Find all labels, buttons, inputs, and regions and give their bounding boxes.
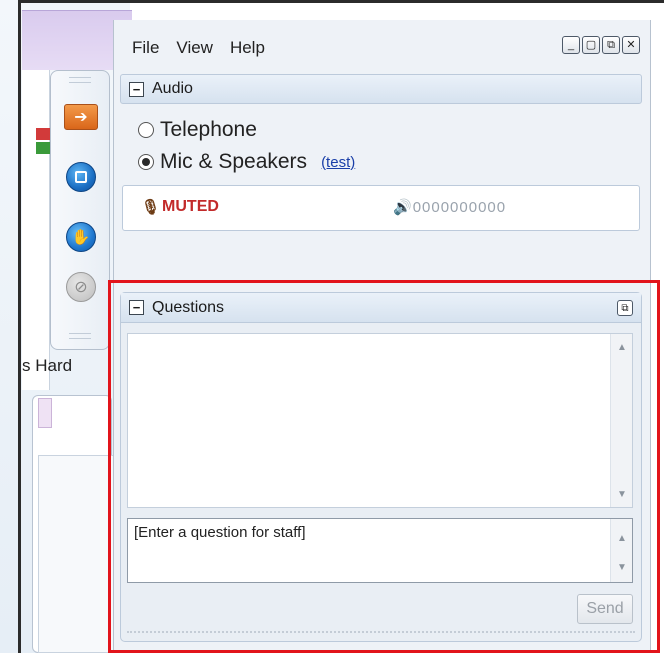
outer-frame-left <box>18 0 21 653</box>
stop-icon <box>66 162 96 192</box>
outer-frame-top <box>18 0 664 3</box>
audio-status-box: 🎙 MUTED 🔊 0000000000 <box>122 185 640 231</box>
close-button[interactable]: ✕ <box>622 36 640 54</box>
mute-status[interactable]: 🎙 MUTED <box>141 198 219 216</box>
questions-section-header[interactable]: − Questions ⧉ <box>121 293 641 323</box>
popout-questions-icon[interactable]: ⧉ <box>617 300 633 316</box>
menu-file[interactable]: File <box>132 38 159 60</box>
background-green-marker <box>36 142 50 154</box>
volume-meter: 🔊 0000000000 <box>393 198 507 217</box>
question-input-scrollbar[interactable]: ▲ ▼ <box>610 519 632 582</box>
background-partial-label: s Hard <box>22 356 73 375</box>
questions-log-scrollbar[interactable]: ▲ ▼ <box>610 334 632 507</box>
collapse-audio-icon[interactable]: − <box>129 81 144 97</box>
question-input-box[interactable]: ▲ ▼ <box>127 518 633 583</box>
panel-resize-edge <box>127 627 635 633</box>
menu-help[interactable]: Help <box>230 38 265 60</box>
send-button[interactable]: Send <box>577 594 633 624</box>
mic-speakers-label: Mic & Speakers <box>160 150 308 173</box>
vertical-toolbar: ➔ ✋ ⊘ <box>50 70 110 350</box>
toolbar-disabled-button: ⊘ <box>61 267 101 307</box>
restore-button[interactable]: ▢ <box>582 36 600 54</box>
menu-bar: File View Help <box>132 38 265 60</box>
muted-label: MUTED <box>162 198 219 215</box>
volume-level: 0000000000 <box>412 198 507 216</box>
telephone-radio[interactable] <box>138 122 154 138</box>
popout-button[interactable]: ⧉ <box>602 36 620 54</box>
input-scroll-down-icon[interactable]: ▼ <box>611 558 633 576</box>
toolbar-arrow-button[interactable]: ➔ <box>61 97 101 137</box>
control-panel: File View Help _ ▢ ⧉ ✕ − Audio Telephone… <box>113 20 651 653</box>
collapse-questions-icon[interactable]: − <box>129 300 144 315</box>
speaker-icon: 🔊 <box>393 199 412 216</box>
audio-section-title: Audio <box>152 80 193 97</box>
window-controls: _ ▢ ⧉ ✕ <box>562 36 640 54</box>
scroll-down-icon[interactable]: ▼ <box>611 485 633 503</box>
minimize-button[interactable]: _ <box>562 36 580 54</box>
telephone-label: Telephone <box>160 118 257 141</box>
toolbar-stop-button[interactable] <box>61 157 101 197</box>
mic-speakers-option[interactable]: Mic & Speakers (test) <box>138 150 355 174</box>
audio-section-header[interactable]: − Audio <box>120 74 642 104</box>
raise-hand-icon: ✋ <box>66 222 96 252</box>
input-scroll-up-icon[interactable]: ▲ <box>611 529 633 547</box>
question-input[interactable] <box>128 519 610 582</box>
background-lower-inner <box>38 455 118 653</box>
toolbar-grip-bottom[interactable] <box>69 333 91 339</box>
scroll-up-icon[interactable]: ▲ <box>611 338 633 356</box>
background-pink-tab <box>38 398 52 428</box>
menu-view[interactable]: View <box>176 38 213 60</box>
questions-panel: − Questions ⧉ ▲ ▼ ▲ ▼ Send <box>120 292 642 642</box>
questions-section-title: Questions <box>152 298 225 316</box>
disabled-icon: ⊘ <box>66 272 96 302</box>
toolbar-raise-hand-button[interactable]: ✋ <box>61 217 101 257</box>
background-panel <box>22 70 50 390</box>
telephone-option[interactable]: Telephone <box>138 118 257 142</box>
microphone-icon: 🎙 <box>141 199 161 216</box>
arrow-right-icon: ➔ <box>64 104 98 130</box>
toolbar-grip-top[interactable] <box>69 77 91 83</box>
test-audio-link[interactable]: (test) <box>321 154 355 171</box>
questions-log[interactable]: ▲ ▼ <box>127 333 633 508</box>
background-red-marker <box>36 128 50 140</box>
mic-speakers-radio[interactable] <box>138 154 154 170</box>
